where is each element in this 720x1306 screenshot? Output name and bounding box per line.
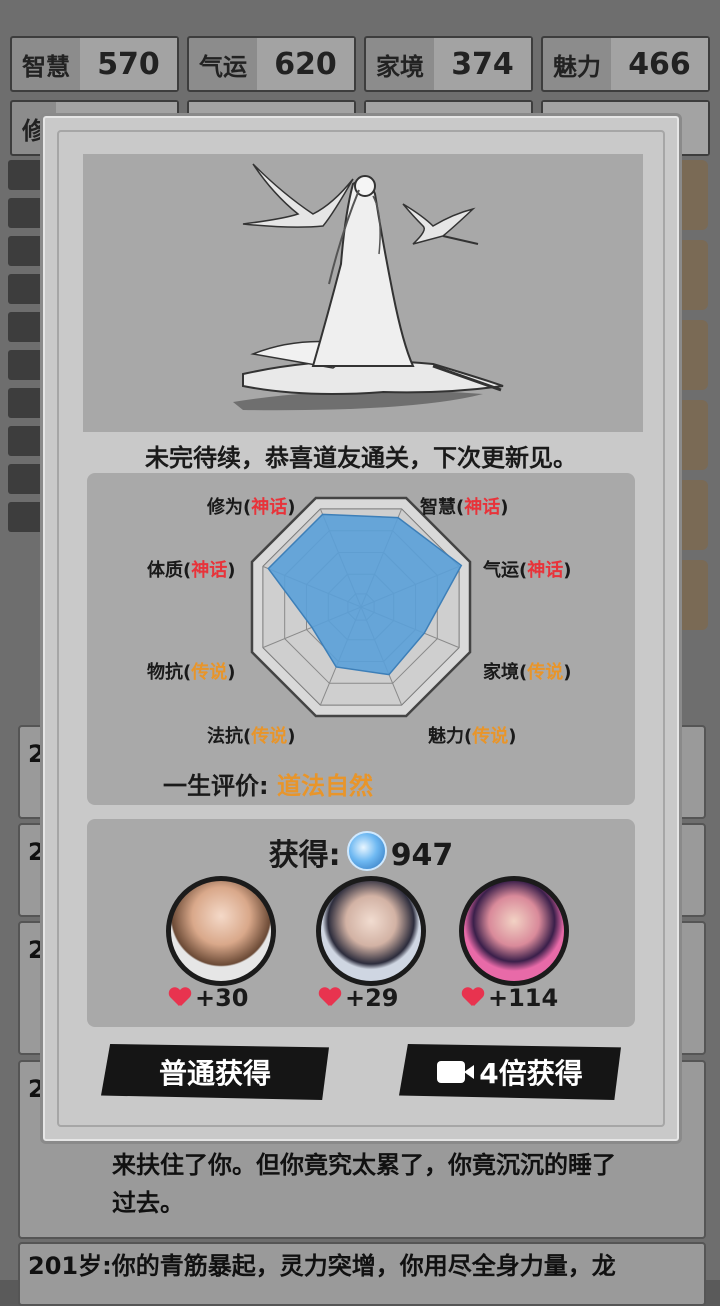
gain-row: 获得: 947 <box>43 830 679 874</box>
heart-icon <box>462 988 484 1008</box>
log-line: 来扶住了你。但你竟究太累了，你竟沉沉的睡了 <box>112 1151 616 1179</box>
stat-label: 智慧 <box>22 52 70 81</box>
companion-portrait[interactable] <box>166 876 276 986</box>
attribute-radar-chart <box>250 496 472 718</box>
attr-physical-resist: 物抗(传说) <box>147 662 236 683</box>
evaluation-label: 一生评价: <box>163 772 269 800</box>
stat-family: 家境 374 <box>364 36 533 92</box>
attr-magic-resist: 法抗(传说) <box>207 726 296 747</box>
life-evaluation: 一生评价: 道法自然 <box>163 766 373 801</box>
video-camera-icon <box>437 1061 475 1083</box>
attr-cultivation: 修为(神话) <box>207 497 296 518</box>
attr-wisdom: 智慧(神话) <box>420 497 509 518</box>
normal-claim-button[interactable]: 普通获得 <box>101 1044 329 1100</box>
stat-label: 家境 <box>376 52 424 81</box>
gain-value: 947 <box>390 838 454 873</box>
companion-portrait[interactable] <box>316 876 426 986</box>
spirit-orb-icon <box>346 831 387 871</box>
attribute-radar-panel <box>87 473 635 805</box>
ending-headline: 未完待续，恭喜道友通关，下次更新见。 <box>145 444 577 472</box>
attr-luck: 气运(神话) <box>483 560 572 581</box>
heart-icon <box>319 988 341 1008</box>
attr-charm: 魅力(传说) <box>428 726 517 747</box>
stat-value: 620 <box>257 38 354 90</box>
quad-claim-button[interactable]: 4倍获得 <box>399 1044 621 1100</box>
gain-label: 获得: <box>268 838 341 873</box>
stat-wisdom: 智慧 570 <box>10 36 179 92</box>
heart-icon <box>169 988 191 1008</box>
stat-value: 374 <box>434 38 531 90</box>
companion-portrait[interactable] <box>459 876 569 986</box>
evaluation-value: 道法自然 <box>276 772 373 800</box>
stat-charm: 魅力 466 <box>541 36 710 92</box>
log-line: 过去。 <box>112 1189 184 1217</box>
stat-value: 466 <box>611 38 708 90</box>
reward-favor: +114 <box>462 984 558 1012</box>
attr-constitution: 体质(神话) <box>147 560 236 581</box>
stat-label: 气运 <box>199 52 247 81</box>
stat-luck: 气运 620 <box>187 36 356 92</box>
attr-family: 家境(传说) <box>483 662 572 683</box>
reward-favor: +29 <box>319 984 399 1012</box>
reward-favor: +30 <box>169 984 249 1012</box>
ending-illustration <box>83 154 643 432</box>
stat-value: 570 <box>80 38 177 90</box>
stat-label: 魅力 <box>553 52 601 81</box>
stats-row-top: 智慧 570 气运 620 家境 374 魅力 466 <box>10 36 710 92</box>
ending-dialog: 未完待续，恭喜道友通关，下次更新见。 修为(神话) 智慧(神话) 气运(神话) … <box>40 113 682 1144</box>
log-line: 201岁:你的青筋暴起，灵力突增，你用尽全身力量，龙 <box>28 1252 616 1280</box>
